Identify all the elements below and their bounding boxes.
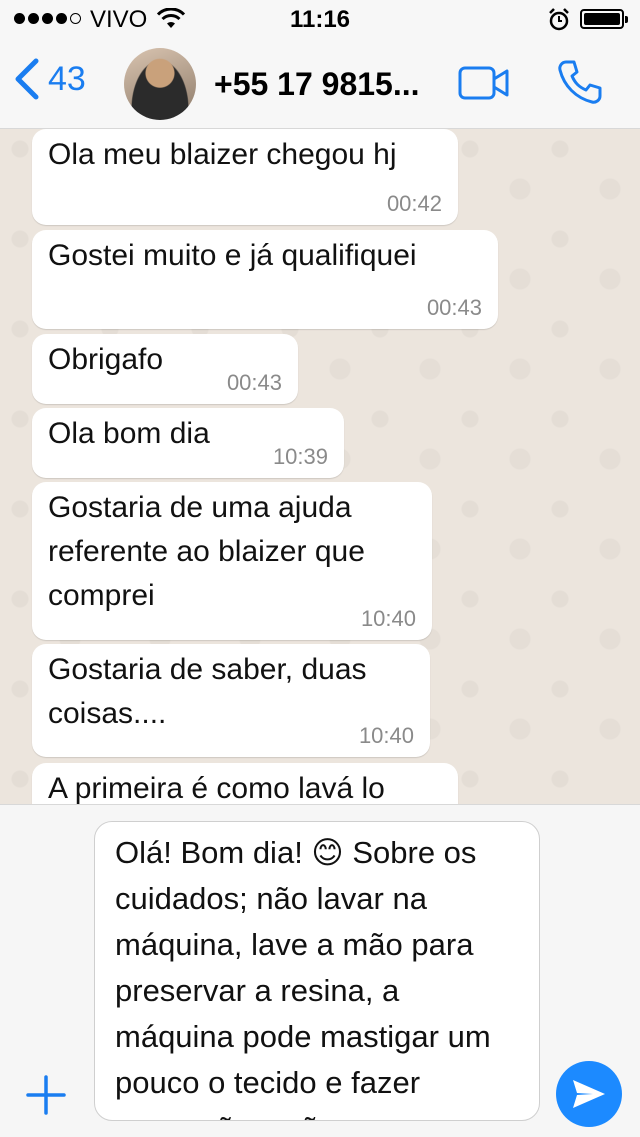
video-call-icon[interactable] <box>458 66 510 100</box>
message-time: 00:43 <box>226 370 282 395</box>
contact-avatar[interactable] <box>124 48 196 120</box>
battery-icon <box>580 9 628 29</box>
message-input-text: Olá! Bom dia! 😊 Sobre os cuidados; não l… <box>115 835 491 1120</box>
message-bubble[interactable]: Gostaria de uma ajuda referente ao blaiz… <box>32 482 432 640</box>
message-text: A primeira é como lavá lo <box>48 772 385 804</box>
back-chevron-icon <box>15 58 39 100</box>
message-time: 00:43 <box>426 295 482 320</box>
message-time: 10:40 <box>360 606 416 631</box>
status-time: 11:16 <box>289 6 351 33</box>
message-bubble[interactable]: Gostei muito e já qualifiquei 00:43 <box>32 230 498 329</box>
status-bar: VIVO 11:16 <box>0 0 640 40</box>
alarm-icon <box>549 8 569 31</box>
message-text: Gostei muito e já qualifiquei <box>48 239 417 272</box>
send-icon <box>573 1080 605 1108</box>
composer-bar: Olá! Bom dia! 😊 Sobre os cuidados; não l… <box>0 804 640 1137</box>
contact-name[interactable]: +55 17 9815... <box>214 66 420 103</box>
message-time: 10:39 <box>272 444 328 469</box>
message-text: Ola meu blaizer chegou hj <box>48 138 397 171</box>
message-bubble[interactable]: Ola bom dia 10:39 <box>32 408 344 478</box>
message-bubble[interactable]: A primeira é como lavá lo <box>32 763 458 804</box>
message-text: Gostaria de uma ajuda referente ao blaiz… <box>48 491 365 612</box>
back-button[interactable]: 43 <box>12 58 86 100</box>
message-time: 00:42 <box>386 191 442 216</box>
plus-icon[interactable] <box>24 1073 68 1117</box>
send-button[interactable] <box>556 1061 622 1127</box>
message-bubble[interactable]: Obrigafo 00:43 <box>32 334 298 404</box>
message-bubble[interactable]: Gostaria de saber, duas coisas.... 10:40 <box>32 644 430 757</box>
message-input[interactable]: Olá! Bom dia! 😊 Sobre os cuidados; não l… <box>94 821 540 1121</box>
message-time: 10:40 <box>358 723 414 748</box>
phone-icon[interactable] <box>556 58 604 106</box>
chat-header: 43 +55 17 9815... <box>0 40 640 129</box>
unread-count: 43 <box>48 59 86 98</box>
message-bubble[interactable]: Ola meu blaizer chegou hj 00:42 <box>32 129 458 225</box>
message-list[interactable]: Ola meu blaizer chegou hj 00:42 Gostei m… <box>0 129 640 804</box>
